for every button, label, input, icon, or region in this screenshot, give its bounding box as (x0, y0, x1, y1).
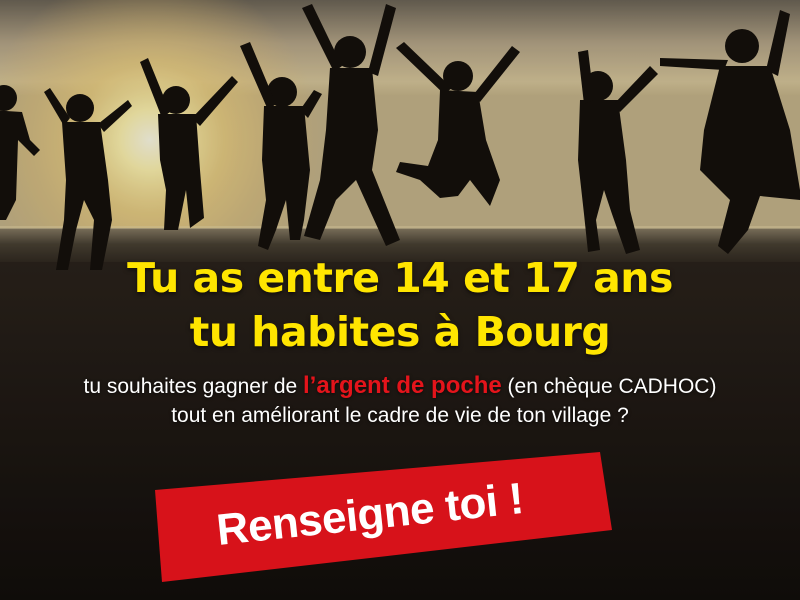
subtext-line-1: tu souhaites gagner de l’argent de poche… (0, 372, 800, 400)
subtext-after: (en chèque CADHOC) (501, 375, 717, 398)
headline-age: Tu as entre 14 et 17 ans (127, 254, 673, 302)
subtext-before: tu souhaites gagner de (83, 375, 304, 398)
subtext-line-2: tout en améliorant le cadre de vie de to… (171, 404, 629, 427)
pocket-money-highlight: l’argent de poche (303, 372, 502, 399)
headline-location: tu habites à Bourg (189, 308, 611, 356)
renseigne-toi-button[interactable] (150, 468, 620, 568)
